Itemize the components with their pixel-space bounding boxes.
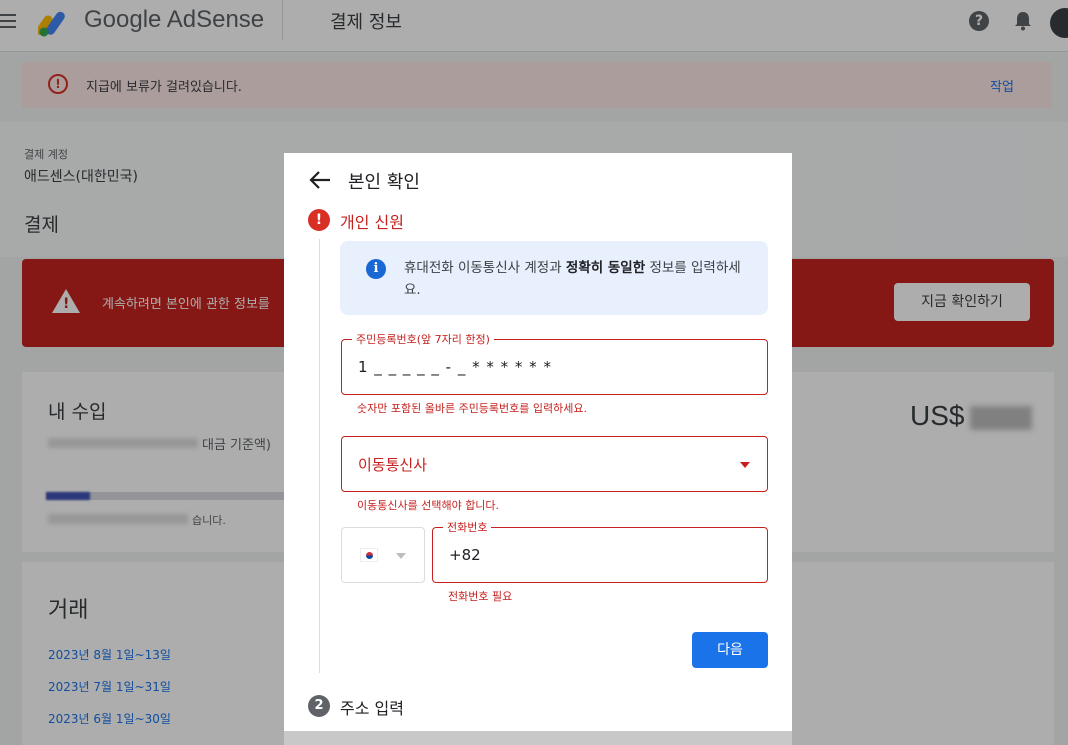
resident-number-error: 숫자만 포함된 올바른 주민등록번호를 입력하세요. bbox=[357, 402, 588, 415]
country-code-select[interactable] bbox=[341, 527, 425, 583]
next-button[interactable]: 다음 bbox=[692, 632, 768, 668]
phone-number-error: 전화번호 필요 bbox=[448, 590, 513, 603]
step-number-icon: 2 bbox=[308, 695, 330, 717]
dialog-title: 본인 확인 bbox=[348, 172, 420, 193]
korea-flag-icon bbox=[360, 548, 378, 562]
dropdown-arrow-icon bbox=[396, 553, 406, 559]
identity-verification-dialog: 본인 확인 ! 개인 신원 i 휴대전화 이동통신사 계정과 정확히 동일한 정… bbox=[284, 153, 792, 745]
info-icon: i bbox=[366, 259, 386, 279]
info-box: i 휴대전화 이동통신사 계정과 정확히 동일한 정보를 입력하세요. bbox=[340, 241, 768, 315]
step-address[interactable]: 주소 입력 bbox=[340, 695, 404, 719]
phone-number-label: 전화번호 bbox=[443, 519, 492, 535]
info-text-part: 휴대전화 이동통신사 계정과 bbox=[404, 260, 566, 276]
resident-number-label: 주민등록번호(앞 7자리 한정) bbox=[352, 331, 494, 347]
phone-number-value[interactable]: +82 bbox=[449, 546, 481, 564]
resident-number-field[interactable]: 주민등록번호(앞 7자리 한정) 1 _ _ _ _ _ - _ * * * *… bbox=[341, 331, 768, 395]
dialog-scroll-edge bbox=[284, 731, 792, 745]
phone-number-field[interactable]: 전화번호 +82 bbox=[432, 519, 768, 583]
carrier-error: 이동통신사를 선택해야 합니다. bbox=[357, 499, 500, 512]
dropdown-arrow-icon bbox=[740, 462, 750, 468]
error-icon: ! bbox=[308, 209, 330, 231]
carrier-select-value: 이동통신사 bbox=[358, 456, 428, 474]
info-text: 휴대전화 이동통신사 계정과 정확히 동일한 정보를 입력하세요. bbox=[404, 257, 754, 301]
back-arrow-icon[interactable] bbox=[308, 170, 332, 190]
carrier-select[interactable]: 이동통신사 bbox=[341, 436, 768, 492]
resident-number-value[interactable]: 1 _ _ _ _ _ - _ * * * * * * bbox=[358, 358, 552, 376]
step-personal-identity[interactable]: 개인 신원 bbox=[340, 209, 404, 233]
stepper-line bbox=[319, 239, 320, 673]
info-text-emphasis: 정확히 동일한 bbox=[565, 260, 646, 276]
